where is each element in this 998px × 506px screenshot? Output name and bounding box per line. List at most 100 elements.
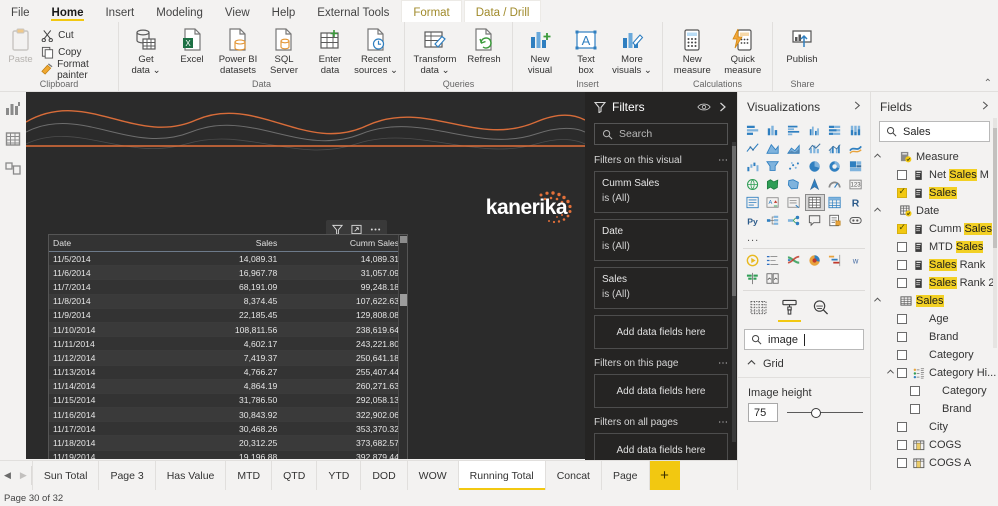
fields-search-input[interactable]: Sales	[879, 121, 990, 142]
stacked-area-chart-icon[interactable]	[784, 140, 804, 157]
page-tab-mtd[interactable]: MTD	[226, 461, 273, 490]
field-item-mtd-sales[interactable]: MTD Sales	[871, 238, 998, 256]
stacked-bar-chart-icon[interactable]	[743, 122, 763, 139]
filter-card-cumm-sales[interactable]: Cumm Sales is (All)	[594, 171, 728, 213]
python-visual-icon[interactable]: Py	[743, 212, 763, 229]
refresh-button[interactable]: Refresh	[461, 25, 507, 68]
field-checkbox[interactable]	[897, 368, 907, 378]
model-view-icon[interactable]	[4, 160, 22, 178]
cut-button[interactable]: Cut	[37, 27, 114, 44]
report-view-icon[interactable]	[4, 100, 22, 118]
field-item-city[interactable]: City	[871, 418, 998, 436]
collapse-pane-icon[interactable]	[980, 100, 990, 114]
chevron-up-icon[interactable]	[871, 152, 884, 162]
r-script-visual-icon[interactable]: R	[846, 194, 866, 211]
multi-row-card-icon[interactable]	[743, 194, 763, 211]
chevron-up-icon[interactable]	[871, 296, 884, 306]
field-checkbox[interactable]	[897, 242, 907, 252]
enter-data-button[interactable]: Enter data	[307, 25, 353, 78]
page-tab-wow[interactable]: WOW	[408, 461, 459, 490]
field-item-category[interactable]: Category	[871, 382, 998, 400]
pie-chart-icon[interactable]	[805, 158, 825, 175]
paginated-report-icon[interactable]	[826, 212, 846, 229]
more-options-icon[interactable]: ⋯	[718, 358, 728, 369]
filter-card-date[interactable]: Date is (All)	[594, 219, 728, 261]
filled-map-icon[interactable]	[764, 176, 784, 193]
table-row[interactable]: 11/19/2014 19,196.88 392,879.44	[49, 450, 407, 459]
field-checkbox[interactable]	[897, 350, 907, 360]
format-painter-button[interactable]: Format painter	[37, 59, 114, 81]
page-tab-dod[interactable]: DOD	[361, 461, 408, 490]
field-item-cumm-sales[interactable]: Cumm Sales	[871, 220, 998, 238]
hundred-percent-stacked-bar-chart-icon[interactable]	[826, 122, 846, 139]
shape-map-icon[interactable]	[784, 176, 804, 193]
field-item-date[interactable]: Date	[871, 202, 998, 220]
field-item-sales-rank-2[interactable]: Sales Rank 2	[871, 274, 998, 292]
field-checkbox[interactable]	[897, 186, 907, 198]
kpi-icon[interactable]: A	[764, 194, 784, 211]
page-tab-running-total[interactable]: Running Total	[458, 461, 546, 490]
data-view-icon[interactable]	[4, 130, 22, 148]
fields-tab[interactable]	[750, 300, 767, 322]
col-header-cumm-sales[interactable]: Cumm Sales	[285, 235, 407, 252]
table-row[interactable]: 11/11/2014 4,602.17 243,221.80	[49, 336, 407, 352]
field-item-sales[interactable]: Sales	[871, 184, 998, 202]
donut-chart-icon[interactable]	[826, 158, 846, 175]
field-checkbox[interactable]	[897, 422, 907, 432]
add-page-button[interactable]: +	[649, 461, 680, 490]
line-clustered-column-chart-icon[interactable]	[826, 140, 846, 157]
page-nav-prev-button[interactable]: ◀	[4, 470, 11, 481]
collapse-pane-icon[interactable]	[852, 100, 862, 114]
field-item-age[interactable]: Age	[871, 310, 998, 328]
quick-measure-button[interactable]: Quick measure	[718, 25, 769, 78]
field-item-sales-rank[interactable]: Sales Rank	[871, 256, 998, 274]
sankey-icon[interactable]	[784, 252, 804, 269]
smart-narrative-icon[interactable]	[805, 212, 825, 229]
ribbon-tab-help[interactable]: Help	[261, 0, 307, 22]
waterfall-chart-icon[interactable]	[743, 158, 763, 175]
bullet-chart-icon[interactable]	[764, 252, 784, 269]
field-item-cogs-a[interactable]: COGS A	[871, 454, 998, 472]
chevron-up-icon[interactable]	[871, 206, 884, 216]
field-checkbox[interactable]	[897, 170, 907, 180]
table-row[interactable]: 11/6/2014 16,967.78 31,057.09	[49, 265, 407, 281]
page-tab-has-value[interactable]: Has Value	[156, 461, 227, 490]
excel-button[interactable]: X Excel	[169, 25, 215, 68]
filter-dropzone-visual[interactable]: Add data fields here	[594, 315, 728, 349]
card-icon[interactable]: 123	[846, 176, 866, 193]
ribbon-tab-view[interactable]: View	[214, 0, 261, 22]
paste-button[interactable]: Paste	[4, 25, 37, 68]
ribbon-tab-format[interactable]: Format	[401, 0, 462, 22]
map-icon[interactable]	[743, 176, 763, 193]
ribbon-tab-insert[interactable]: Insert	[94, 0, 145, 22]
analytics-tab[interactable]	[812, 299, 829, 322]
transform-data-button[interactable]: Transform data ⌄	[409, 25, 461, 78]
page-tab-qtd[interactable]: QTD	[272, 461, 318, 490]
line-stacked-column-chart-icon[interactable]	[805, 140, 825, 157]
table-row[interactable]: 11/17/2014 30,468.26 353,370.32	[49, 421, 407, 437]
table-row[interactable]: 11/5/2014 14,089.31 14,089.31	[49, 251, 407, 267]
ribbon-tab-external-tools[interactable]: External Tools	[306, 0, 400, 22]
table-row[interactable]: 11/7/2014 68,191.09 99,248.18	[49, 279, 407, 295]
slider-knob[interactable]	[810, 407, 821, 418]
fields-scroll-thumb[interactable]	[993, 128, 997, 248]
page-nav-next-button[interactable]: ▶	[20, 470, 27, 481]
powerbi-datasets-button[interactable]: Power BI datasets	[215, 25, 261, 78]
area-chart-icon[interactable]	[764, 140, 784, 157]
grid-section-header[interactable]: Grid	[738, 350, 870, 378]
recent-sources-button[interactable]: Recent sources ⌄	[353, 25, 399, 78]
field-checkbox[interactable]	[897, 278, 907, 288]
field-checkbox[interactable]	[897, 458, 907, 468]
field-checkbox[interactable]	[897, 314, 907, 324]
play-axis-icon[interactable]	[743, 252, 763, 269]
ribbon-tab-home[interactable]: Home	[41, 0, 95, 22]
col-header-sales[interactable]: Sales	[167, 235, 286, 252]
field-item-measure[interactable]: Measure	[871, 148, 998, 166]
collapse-pane-icon[interactable]	[717, 101, 728, 113]
fields-pane-scrollbar[interactable]	[993, 118, 997, 348]
page-tab-page[interactable]: Page	[602, 461, 650, 490]
page-tab-concat[interactable]: Concat	[546, 461, 602, 490]
more-options-icon[interactable]: ⋯	[718, 155, 728, 166]
table-row[interactable]: 11/15/2014 31,786.50 292,058.13	[49, 393, 407, 409]
table-row[interactable]: 11/14/2014 4,864.19 260,271.63	[49, 379, 407, 394]
